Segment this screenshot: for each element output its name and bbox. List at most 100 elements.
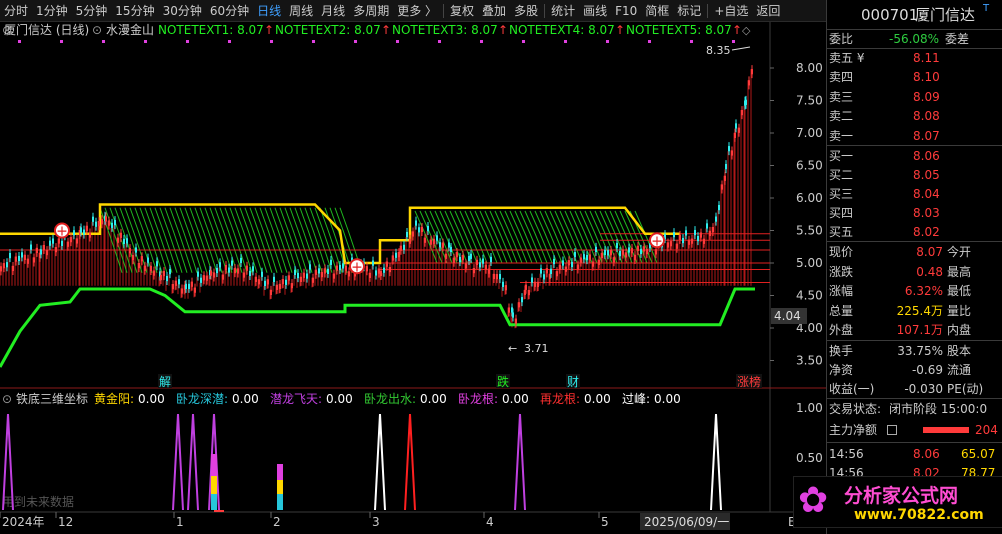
- candle-body: [282, 279, 284, 285]
- candle-body: [473, 268, 475, 274]
- toolbar-item-16[interactable]: F10: [611, 0, 641, 22]
- toolbar-item-11[interactable]: 复权: [446, 0, 478, 22]
- toolbar-item-9[interactable]: 多周期: [349, 0, 393, 22]
- candle-body: [86, 225, 88, 231]
- sub-legend-label: 黄金阳:: [94, 391, 134, 406]
- candle-body: [613, 257, 615, 263]
- price-tick: 3.50: [796, 354, 823, 368]
- sub-legend-label: 过峰:: [622, 392, 650, 406]
- candle-body: [694, 229, 696, 236]
- candle-body: [676, 243, 678, 249]
- toolbar-item-18[interactable]: 标记: [673, 0, 705, 22]
- candle-body: [225, 264, 227, 271]
- candle-body: [655, 249, 657, 255]
- candle-body: [679, 234, 681, 240]
- order-price: 8.03: [913, 206, 940, 220]
- candle-body: [625, 252, 627, 258]
- candle-body: [378, 268, 380, 274]
- candle-body: [273, 276, 275, 283]
- sub-axis-tick: 0.50: [796, 451, 823, 465]
- toolbar-item-6[interactable]: 日线: [253, 0, 285, 22]
- toolbar-item-20[interactable]: 返回: [752, 0, 784, 22]
- candle-body: [534, 281, 536, 287]
- candle-body: [490, 256, 492, 263]
- toolbar-item-12[interactable]: 叠加: [478, 0, 510, 22]
- note-text-3: NOTETEXT3: 8.07: [392, 23, 498, 37]
- candle-body: [751, 69, 753, 75]
- candle-body: [92, 216, 94, 222]
- candle-body: [643, 246, 645, 252]
- stat-value: -0.69: [911, 363, 943, 377]
- toolbar-item-19[interactable]: +自选: [710, 0, 752, 22]
- stat-value: 8.07: [916, 245, 943, 259]
- candle-body: [6, 262, 8, 268]
- candle-body: [111, 222, 113, 228]
- stat-value: 225.4万: [896, 303, 943, 318]
- candle-body: [412, 231, 414, 237]
- toolbar-item-8[interactable]: 月线: [317, 0, 349, 22]
- sell-row: 卖五 ¥ 8.11: [827, 48, 1002, 68]
- candle-body: [389, 266, 391, 273]
- toolbar-item-17[interactable]: 简框: [641, 0, 673, 22]
- candle-body: [383, 267, 385, 273]
- toolbar-item-1[interactable]: 1分钟: [32, 0, 72, 22]
- toolbar-item-13[interactable]: 多股: [510, 0, 542, 22]
- candle-body: [185, 283, 187, 289]
- flow-icon[interactable]: [887, 425, 897, 435]
- candle-body: [601, 252, 603, 259]
- candle-body: [518, 302, 520, 308]
- tick-price: 8.06: [913, 447, 940, 461]
- candle-body: [264, 280, 266, 287]
- candle-body: [348, 271, 350, 277]
- order-label: 买三: [829, 187, 854, 201]
- order-label: 买一: [829, 149, 854, 163]
- marker-dot: [228, 40, 231, 43]
- stat-label: 内盘: [947, 323, 972, 338]
- candle-body: [144, 265, 146, 271]
- toolbar-item-3[interactable]: 15分钟: [111, 0, 158, 22]
- candle-body: [80, 227, 82, 233]
- candle-body: [525, 284, 527, 290]
- tick-time: 14:56: [829, 447, 864, 461]
- candle-body: [568, 260, 570, 266]
- candle-body: [421, 226, 423, 233]
- candle-body: [18, 255, 20, 262]
- candle-body: [49, 240, 51, 246]
- candle-body: [117, 237, 119, 243]
- toolbar-item-7[interactable]: 周线: [285, 0, 317, 22]
- candle-body: [303, 272, 305, 278]
- flow-label: 主力净额: [829, 423, 878, 437]
- candle-body: [537, 281, 539, 288]
- candle-body: [150, 265, 152, 272]
- candle-body: [3, 263, 5, 269]
- marker-dot: [60, 40, 63, 43]
- order-price: 8.11: [913, 51, 940, 65]
- toolbar-item-2[interactable]: 5分钟: [72, 0, 112, 22]
- candle-body: [448, 242, 450, 248]
- note-arrow: ↑: [264, 23, 274, 37]
- candle-body: [15, 256, 17, 262]
- candle-body: [580, 257, 582, 263]
- toolbar-separator: [544, 3, 546, 18]
- toolbar-item-14[interactable]: 统计: [547, 0, 579, 22]
- toolbar-item-15[interactable]: 画线: [579, 0, 611, 22]
- candle-body: [521, 297, 523, 303]
- candle-body: [709, 230, 711, 236]
- toolbar-item-5[interactable]: 60分钟: [206, 0, 253, 22]
- candle-body: [166, 275, 168, 282]
- candle-body: [574, 252, 576, 258]
- candle-body: [631, 247, 633, 254]
- candle-body: [682, 237, 684, 244]
- candle-body: [163, 270, 165, 277]
- candle-body: [427, 225, 429, 232]
- toolbar-item-10[interactable]: 更多 〉: [393, 0, 441, 22]
- toolbar-item-0[interactable]: 分时: [0, 0, 32, 22]
- kline-chart[interactable]: ⊙厦门信达 (日线) ⊙ 水漫金山 NOTETEXT1: 8.07 ↑ NOTETEXT2…: [0, 22, 826, 534]
- candle-body: [21, 252, 23, 258]
- order-label: 买五: [829, 225, 854, 239]
- toolbar-item-4[interactable]: 30分钟: [159, 0, 206, 22]
- date-label: 12: [58, 515, 73, 529]
- candle-body: [725, 164, 727, 170]
- marker-dot: [606, 40, 609, 43]
- candle-body: [731, 150, 733, 156]
